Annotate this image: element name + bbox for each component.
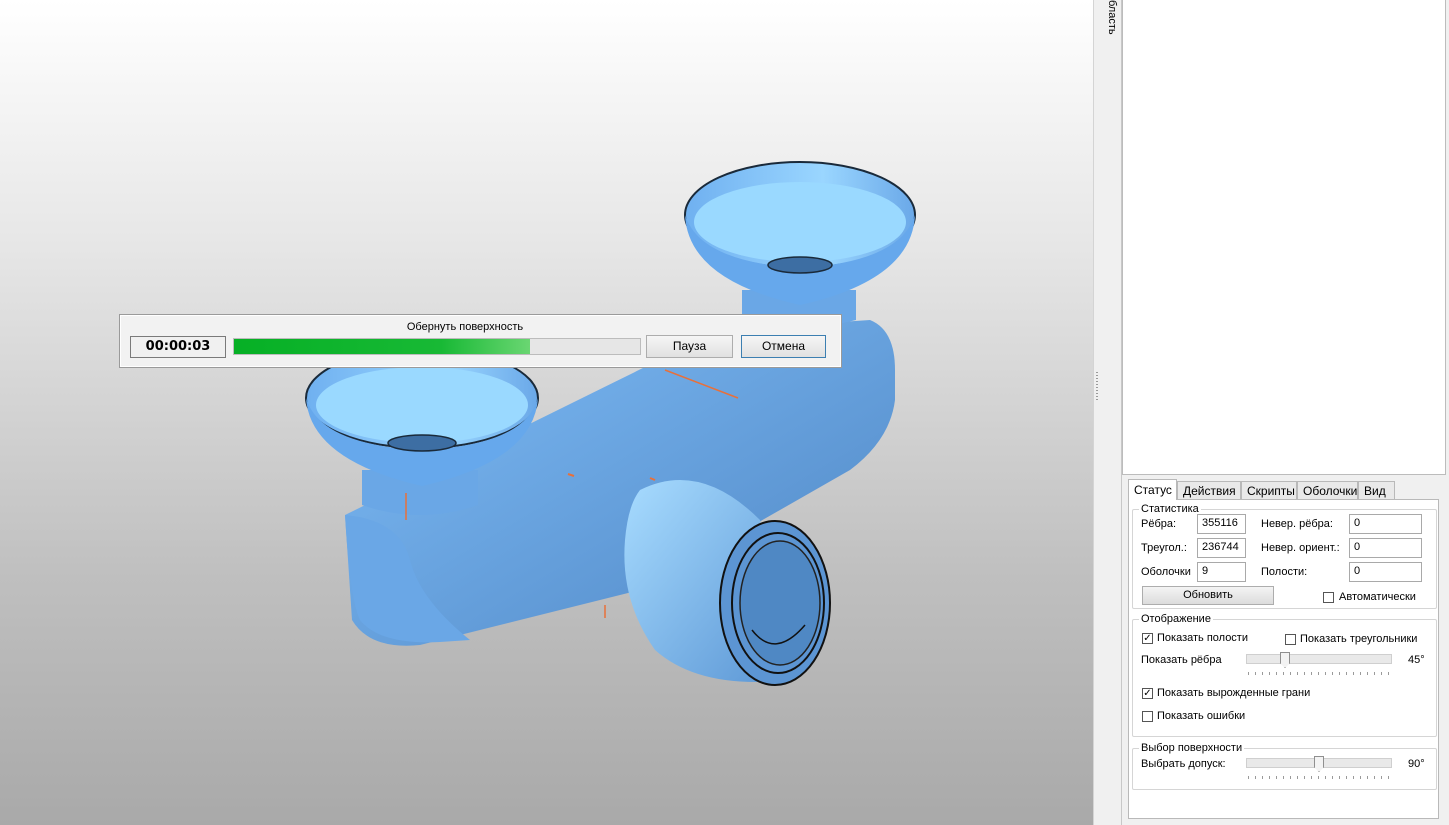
triangles-field[interactable]: 236744 — [1197, 538, 1246, 558]
tab-scripts[interactable]: Скрипты — [1241, 481, 1297, 499]
show-degenerate-checkbox[interactable]: ✓ — [1142, 688, 1153, 699]
tolerance-value: 90° — [1408, 758, 1425, 770]
statistics-group-title: Статистика — [1141, 503, 1199, 515]
side-tab-label[interactable]: бласть — [1104, 0, 1118, 35]
show-holes-checkbox[interactable]: ✓ — [1142, 633, 1153, 644]
side-tab-strip[interactable] — [1101, 0, 1122, 825]
show-errors-checkbox[interactable] — [1142, 711, 1153, 722]
show-holes-label[interactable]: Показать полости — [1157, 632, 1248, 644]
surface-selection-title: Выбор поверхности — [1141, 742, 1243, 754]
slider-ticks — [1248, 672, 1390, 675]
tab-view[interactable]: Вид — [1358, 481, 1395, 499]
tolerance-slider[interactable] — [1246, 756, 1392, 784]
tab-shells[interactable]: Оболочки — [1297, 481, 1358, 499]
shells-label: Оболочки — [1141, 566, 1191, 578]
slider-thumb[interactable] — [1280, 652, 1290, 668]
triangles-label: Треугол.: — [1141, 542, 1187, 554]
auto-checkbox[interactable] — [1323, 592, 1334, 603]
progress-bar — [233, 338, 641, 355]
show-triangles-checkbox[interactable] — [1285, 634, 1296, 645]
3d-viewport[interactable]: Обернуть поверхность 00:00:03 Пауза Отме… — [0, 0, 1093, 825]
show-errors-label[interactable]: Показать ошибки — [1157, 710, 1245, 722]
holes-field[interactable]: 0 — [1349, 562, 1422, 582]
progress-bar-fill — [234, 339, 531, 354]
tolerance-label: Выбрать допуск: — [1141, 758, 1226, 770]
slider-thumb[interactable] — [1314, 756, 1324, 772]
auto-label[interactable]: Автоматически — [1339, 591, 1416, 603]
faucet-model[interactable] — [0, 0, 1093, 825]
slider-track — [1246, 654, 1392, 664]
show-edges-label: Показать рёбра — [1141, 654, 1222, 666]
object-tree-panel[interactable] — [1122, 0, 1446, 475]
tab-actions[interactable]: Действия — [1177, 481, 1241, 499]
edges-field[interactable]: 355116 — [1197, 514, 1246, 534]
pause-button[interactable]: Пауза — [646, 335, 733, 358]
edges-angle-slider[interactable] — [1246, 652, 1392, 680]
bad-orientation-field[interactable]: 0 — [1349, 538, 1422, 558]
status-tab-panel: Статистика Рёбра: 355116 Невер. рёбра: 0… — [1128, 499, 1439, 819]
bad-edges-label: Невер. рёбра: — [1261, 518, 1333, 530]
elapsed-timer: 00:00:03 — [130, 336, 226, 358]
show-triangles-label[interactable]: Показать треугольники — [1300, 633, 1417, 645]
show-degenerate-label[interactable]: Показать вырожденные грани — [1157, 687, 1310, 699]
tab-status[interactable]: Статус — [1128, 479, 1177, 500]
bad-orientation-label: Невер. ориент.: — [1261, 542, 1340, 554]
edges-label: Рёбра: — [1141, 518, 1177, 530]
progress-dialog: Обернуть поверхность 00:00:03 Пауза Отме… — [119, 314, 842, 368]
refresh-button[interactable]: Обновить — [1142, 586, 1274, 605]
splitter-grip[interactable] — [1096, 372, 1098, 402]
shells-field[interactable]: 9 — [1197, 562, 1246, 582]
holes-label: Полости: — [1261, 566, 1308, 578]
slider-ticks — [1248, 776, 1390, 779]
progress-title: Обернуть поверхность — [406, 321, 524, 333]
cancel-button[interactable]: Отмена — [741, 335, 826, 358]
edges-angle-value: 45° — [1408, 654, 1425, 666]
bad-edges-field[interactable]: 0 — [1349, 514, 1422, 534]
display-group-title: Отображение — [1141, 613, 1211, 625]
